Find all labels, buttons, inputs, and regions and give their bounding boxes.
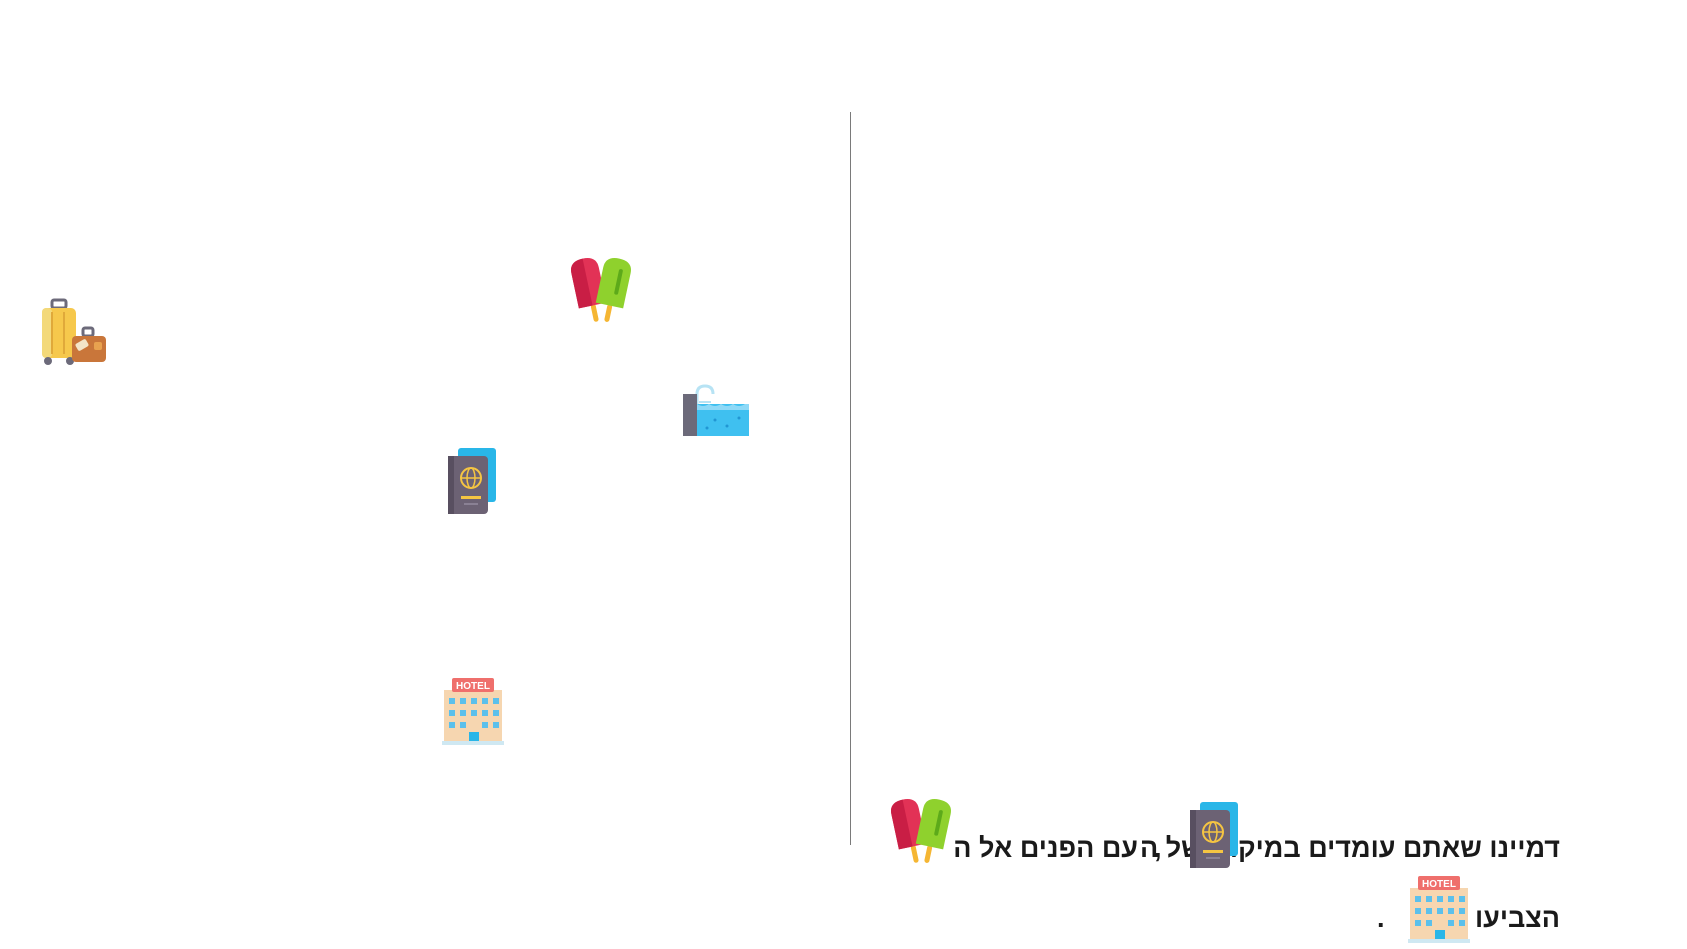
hotel-icon: HOTEL [1404,874,1474,949]
popsicles-icon [886,797,956,872]
popsicles-icon [566,256,636,331]
hotel-icon: HOTEL [438,676,508,751]
comma: , [1154,833,1162,863]
svg-text:HOTEL: HOTEL [1422,879,1456,890]
svg-text:HOTEL: HOTEL [456,681,490,692]
vertical-divider [850,112,851,845]
pool-icon [681,380,751,445]
instruction-line1-part2: עם הפנים אל ה [953,833,1138,863]
passport-icon [1186,800,1242,875]
period: . [1377,903,1385,933]
luggage-icon [38,296,110,373]
passport-icon [444,446,500,521]
